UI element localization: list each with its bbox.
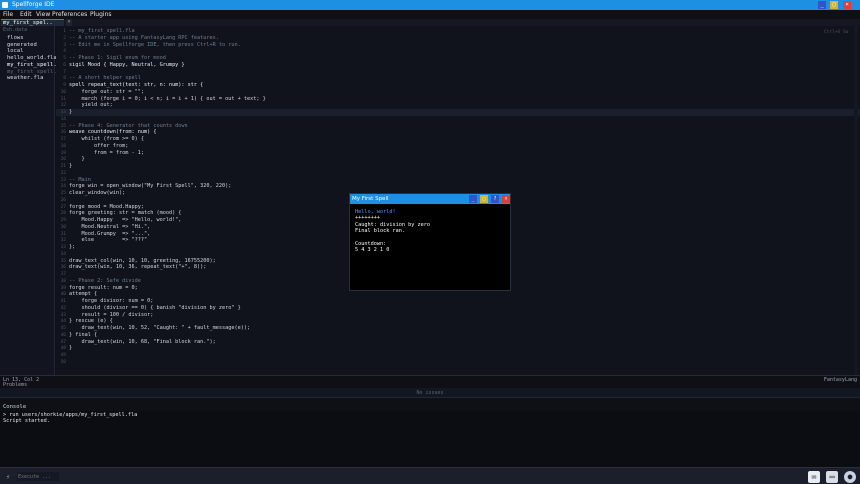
run-output-line: ++++++++ [355, 215, 380, 222]
maximize-button[interactable]: ▢ [830, 1, 838, 9]
run-window-titlebar[interactable]: My First Spell _ ▢ ? × [350, 194, 510, 204]
menu-view[interactable]: View [36, 11, 50, 18]
minimize-button[interactable]: _ [818, 1, 826, 9]
tab-close-icon[interactable]: × [66, 19, 72, 26]
file-item[interactable]: local [7, 48, 24, 54]
tab-my-first-spell[interactable]: my_first_spel.. [1, 19, 64, 26]
title-bar: Spellforge IDE _ ▢ × [0, 0, 860, 10]
menu-plugins[interactable]: Plugins [90, 11, 112, 18]
close-button[interactable]: × [843, 1, 851, 9]
file-item[interactable]: weather.fla [7, 75, 43, 81]
tab-bar: my_first_spel.. × [0, 19, 860, 26]
file-item[interactable]: hello_world.fla [7, 55, 57, 61]
window-icon[interactable]: ▭ [826, 471, 838, 483]
console-panel[interactable]: > run users/shorkie/apps/my_first_spell.… [0, 411, 860, 467]
lightning-icon: ⚡ [6, 473, 11, 481]
problems-empty-text: No issues [416, 390, 444, 396]
line-number: 50 [60, 359, 66, 365]
menu-file[interactable]: File [3, 11, 13, 18]
menu-preferences[interactable]: Preferences [52, 11, 87, 18]
editor-scrollbar[interactable] [854, 26, 858, 375]
app-icon [2, 2, 8, 8]
file-explorer: Esh.data flows generated local hello_world.… [0, 26, 57, 375]
command-input[interactable] [17, 472, 59, 481]
editor-shortcut-hint: Ctrl+S Sa [824, 30, 849, 35]
menu-bar: File Edit View Preferences Plugins [0, 10, 860, 19]
file-item[interactable]: my_first_spell. [7, 69, 57, 75]
code-line[interactable]: 50 [56, 359, 860, 366]
file-item[interactable]: generated [7, 42, 37, 48]
bottom-bar: ⚡ ✉ ▭ ● [0, 467, 860, 484]
run-output-line: Hello, world! [355, 209, 396, 215]
problems-panel: No issues [0, 388, 860, 398]
user-icon[interactable]: ● [844, 471, 856, 483]
run-minimize-button[interactable]: _ [469, 195, 477, 203]
run-help-button[interactable]: ? [491, 195, 499, 203]
explorer-header: Esh.data [3, 27, 28, 33]
run-output-line: Countdown: [355, 240, 387, 247]
file-item[interactable]: my_first_spell. [7, 62, 57, 68]
console-line: Script started. [3, 418, 50, 424]
window-title: Spellforge IDE [12, 1, 55, 8]
console-header: Console [3, 404, 27, 410]
run-maximize-button[interactable]: ▢ [480, 195, 488, 203]
run-output-line: Final block ran. [355, 227, 405, 234]
chat-icon[interactable]: ✉ [808, 471, 820, 483]
file-item[interactable]: flows [7, 35, 24, 41]
run-output-line: 5 4 3 2 1 0 [355, 246, 390, 253]
run-output-line: Caught: division by zero [355, 221, 430, 228]
run-close-button[interactable]: × [502, 195, 510, 203]
run-window[interactable]: My First Spell _ ▢ ? × Hello, world! ++++… [349, 193, 511, 291]
menu-edit[interactable]: Edit [20, 11, 32, 18]
status-bar: Ln 13, Col 2 FantasyLang [0, 375, 860, 383]
run-window-title: My First Spell [352, 196, 389, 202]
